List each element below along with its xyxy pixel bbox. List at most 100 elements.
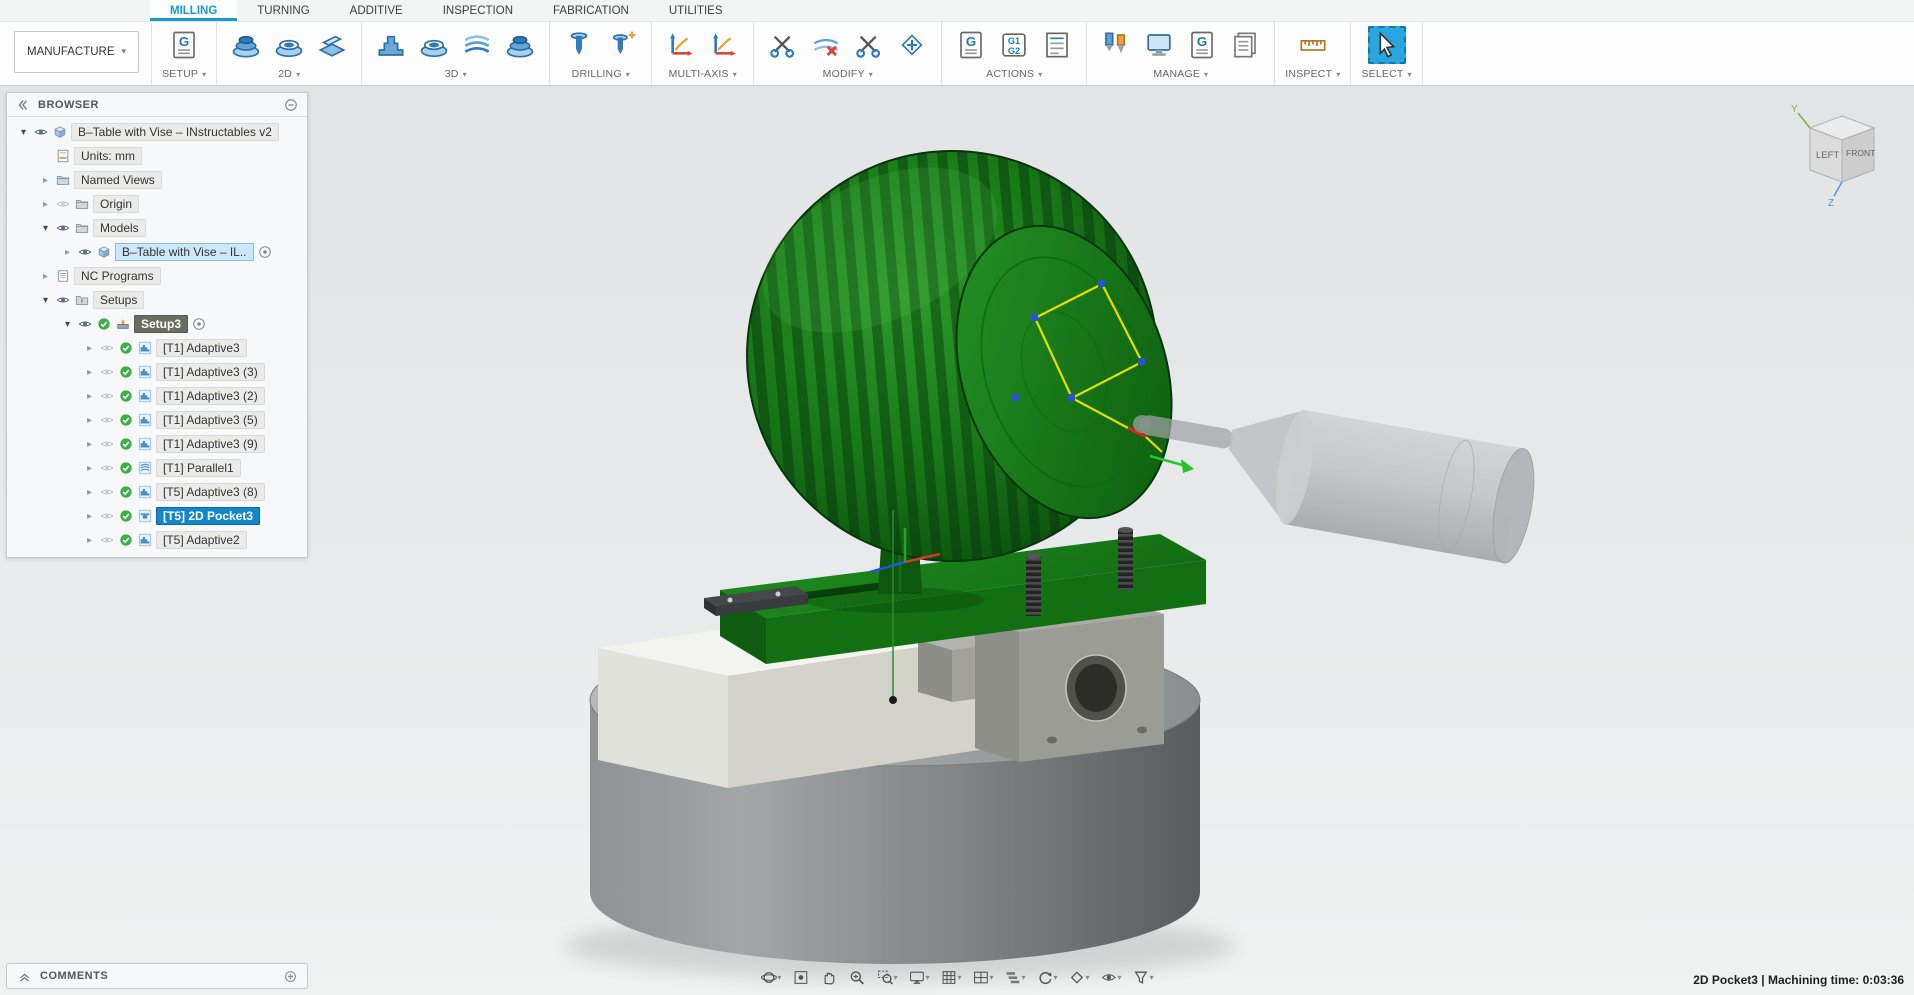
face-button[interactable] xyxy=(313,26,351,64)
browser-item-label[interactable]: [T1] Adaptive3 xyxy=(156,339,247,357)
browser-item-label[interactable]: Setups xyxy=(93,291,145,309)
collapse-all-icon[interactable] xyxy=(283,97,299,113)
browser-row[interactable]: ▸ Named Views xyxy=(7,168,307,192)
ribbon-group-label[interactable]: SETUP ▾ xyxy=(162,65,206,83)
delete-passes-button[interactable] xyxy=(807,26,845,64)
templates-button[interactable] xyxy=(1226,26,1264,64)
browser-row[interactable]: ▾ Setup3 xyxy=(7,312,307,336)
pan-button[interactable] xyxy=(816,966,841,989)
comments-bar[interactable]: COMMENTS xyxy=(6,963,308,989)
browser-row[interactable]: ▸ [T5] 2D Pocket3 xyxy=(7,504,307,528)
expand-arrow[interactable]: ▸ xyxy=(83,463,96,474)
look-at-button[interactable] xyxy=(788,966,813,989)
browser-row[interactable]: ▸ [T1] Adaptive3 xyxy=(7,336,307,360)
browser-row[interactable]: ▸ [T5] Adaptive3 (8) xyxy=(7,480,307,504)
action-sets-button[interactable]: ▾ xyxy=(1001,966,1030,989)
ribbon-group-label[interactable]: SELECT ▾ xyxy=(1361,65,1411,83)
expand-arrow[interactable]: ▸ xyxy=(39,199,52,210)
zoom-button[interactable] xyxy=(844,966,869,989)
visibility-eye-icon[interactable] xyxy=(99,364,115,380)
expand-comments-icon[interactable] xyxy=(16,968,32,984)
thread-button[interactable] xyxy=(603,26,641,64)
browser-row[interactable]: ▸ [T1] Adaptive3 (2) xyxy=(7,384,307,408)
browser-item-label[interactable]: [T5] Adaptive3 (8) xyxy=(156,483,265,501)
visibility-eye-icon[interactable] xyxy=(99,484,115,500)
browser-item-label[interactable]: NC Programs xyxy=(74,267,161,285)
setup-sheet-button[interactable] xyxy=(1038,26,1076,64)
browser-item-label[interactable]: Origin xyxy=(93,195,140,213)
grid-and-snaps-button[interactable]: ▾ xyxy=(936,966,965,989)
browser-row[interactable]: ▾ Models xyxy=(7,216,307,240)
expand-arrow[interactable]: ▸ xyxy=(83,439,96,450)
2d-pocket-button[interactable] xyxy=(270,26,308,64)
tool-library-button[interactable] xyxy=(1097,26,1135,64)
browser-item-label[interactable]: [T1] Adaptive3 (9) xyxy=(156,435,265,453)
trim-toolpath-button[interactable] xyxy=(764,26,802,64)
scallop-button[interactable] xyxy=(501,26,539,64)
selection-filter-button[interactable]: ▾ xyxy=(1129,966,1158,989)
browser-item-label[interactable]: [T1] Adaptive3 (3) xyxy=(156,363,265,381)
browser-item-label[interactable]: Units: mm xyxy=(74,147,142,165)
collapse-arrow[interactable]: ▾ xyxy=(17,127,30,138)
tab-turning[interactable]: TURNING xyxy=(237,0,329,21)
visibility-eye-icon[interactable] xyxy=(55,196,71,212)
adaptive-clearing-button[interactable] xyxy=(372,26,410,64)
view-cube[interactable]: Y LEFT FRONT Z xyxy=(1776,98,1898,220)
activate-radio[interactable] xyxy=(191,316,207,332)
drill-button[interactable] xyxy=(560,26,598,64)
offset-passes-button[interactable] xyxy=(850,26,888,64)
turntable-button[interactable]: ▾ xyxy=(1033,966,1062,989)
tab-milling[interactable]: MILLING xyxy=(150,0,238,21)
expand-arrow[interactable]: ▸ xyxy=(83,511,96,522)
effects-button[interactable]: ▾ xyxy=(1065,966,1094,989)
ribbon-group-label[interactable]: MULTI-AXIS ▾ xyxy=(669,65,737,83)
browser-row[interactable]: Units: mm xyxy=(7,144,307,168)
post-library-button[interactable]: G xyxy=(1183,26,1221,64)
orbit-button[interactable]: ▾ xyxy=(756,966,785,989)
activate-radio[interactable] xyxy=(257,244,273,260)
tab-inspection[interactable]: INSPECTION xyxy=(423,0,533,21)
select-button[interactable] xyxy=(1367,26,1406,64)
visibility-eye-icon[interactable] xyxy=(55,292,71,308)
collapse-arrow[interactable]: ▾ xyxy=(39,223,52,234)
expand-arrow[interactable]: ▸ xyxy=(83,535,96,546)
visibility-eye-icon[interactable] xyxy=(99,508,115,524)
expand-arrow[interactable]: ▸ xyxy=(61,247,74,258)
browser-item-label[interactable]: [T5] 2D Pocket3 xyxy=(156,507,261,525)
ribbon-group-label[interactable]: ACTIONS ▾ xyxy=(986,65,1042,83)
visibility-eye-icon[interactable] xyxy=(99,412,115,428)
browser-row[interactable]: ▸ Origin xyxy=(7,192,307,216)
visibility-eye-icon[interactable] xyxy=(77,244,93,260)
visibility-eye-icon[interactable] xyxy=(77,316,93,332)
browser-row[interactable]: ▸ [T1] Adaptive3 (9) xyxy=(7,432,307,456)
browser-row[interactable]: ▸ [T1] Adaptive3 (5) xyxy=(7,408,307,432)
browser-item-label[interactable]: B–Table with Vise – INstructables v2 xyxy=(71,123,279,141)
browser-row[interactable]: ▸ [T5] Adaptive2 xyxy=(7,528,307,552)
machine-library-button[interactable] xyxy=(1140,26,1178,64)
visibility-eye-icon[interactable] xyxy=(99,340,115,356)
ribbon-group-label[interactable]: MODIFY ▾ xyxy=(823,65,873,83)
browser-item-label[interactable]: Models xyxy=(93,219,146,237)
machined-knob[interactable] xyxy=(737,134,1207,562)
collapse-browser-icon[interactable] xyxy=(15,97,31,113)
browser-row[interactable]: ▸ [T1] Parallel1 xyxy=(7,456,307,480)
viewports-button[interactable]: ▾ xyxy=(968,966,997,989)
browser-item-label[interactable]: [T1] Adaptive3 (2) xyxy=(156,387,265,405)
expand-arrow[interactable]: ▸ xyxy=(39,271,52,282)
visibility-eye-icon[interactable] xyxy=(99,532,115,548)
expand-arrow[interactable]: ▸ xyxy=(83,415,96,426)
visibility-eye-icon[interactable] xyxy=(99,388,115,404)
browser-item-label[interactable]: [T1] Parallel1 xyxy=(156,459,241,477)
browser-item-label[interactable]: Named Views xyxy=(74,171,162,189)
ribbon-group-label[interactable]: DRILLING ▾ xyxy=(572,65,630,83)
edit-passes-button[interactable] xyxy=(893,26,931,64)
visibility-eye-icon[interactable] xyxy=(99,436,115,452)
browser-item-label[interactable]: [T5] Adaptive2 xyxy=(156,531,247,549)
display-settings-button[interactable]: ▾ xyxy=(904,966,933,989)
browser-row[interactable]: ▾ Setups xyxy=(7,288,307,312)
browser-item-label[interactable]: [T1] Adaptive3 (5) xyxy=(156,411,265,429)
visibility-button[interactable]: ▾ xyxy=(1097,966,1126,989)
post-process-button[interactable]: G xyxy=(952,26,990,64)
parallel-button[interactable] xyxy=(458,26,496,64)
tab-additive[interactable]: ADDITIVE xyxy=(330,0,423,21)
